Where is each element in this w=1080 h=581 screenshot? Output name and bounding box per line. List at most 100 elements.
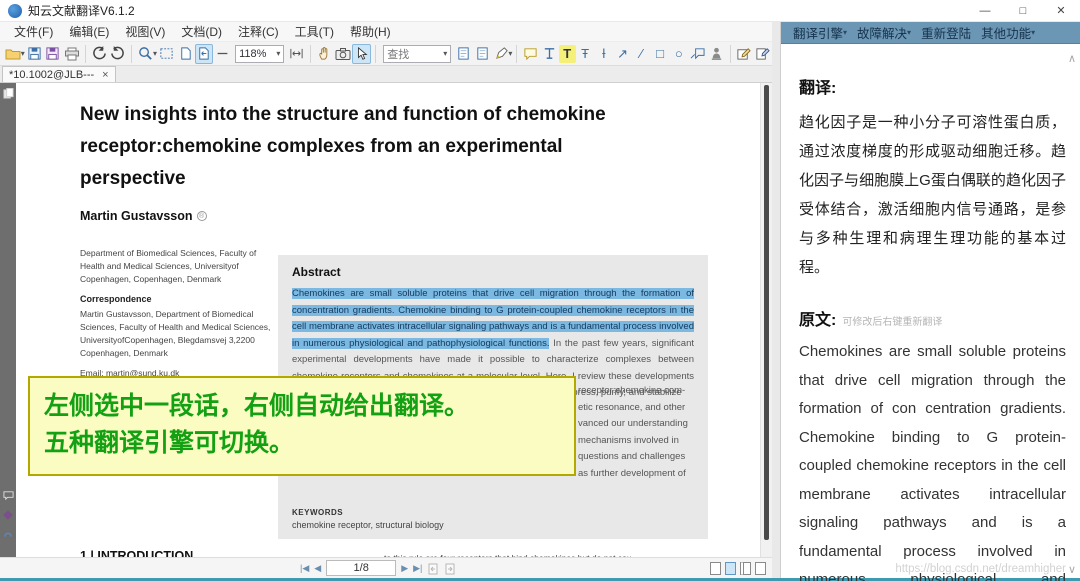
orcid-icon: ® [197,211,207,221]
actual-size-icon[interactable] [176,44,195,64]
window-title: 知云文献翻译V6.1.2 [28,2,135,19]
facing-pages-icon[interactable] [740,562,751,575]
text-highlight-icon[interactable]: T [559,45,576,63]
menu-bar: 文件(F) 编辑(E) 视图(V) 文档(D) 注释(C) 工具(T) 帮助(H… [0,22,772,42]
annotation-callout[interactable]: 左侧选中一段话，右侧自动给出翻译。 五种翻译引擎可切换。 [28,376,576,476]
abstract-continued-lines: receptor:chemokine com- etic resonance, … [578,383,703,482]
line-tool-icon[interactable]: ∕ [632,44,651,64]
find-value: 查找 [387,46,409,62]
save-icon[interactable] [25,44,44,64]
next-view-icon[interactable] [444,562,456,574]
document-tab[interactable]: *10.1002@JLB--- × [2,66,116,82]
continuous-page-icon[interactable] [725,562,736,575]
keywords-block: KEYWORDS chemokine receptor, structural … [292,508,444,530]
zoom-level-value: 118% [239,48,266,60]
find-combo[interactable]: 查找 ▾ [383,45,451,63]
troubleshoot-menu[interactable]: 故障解决▾ [853,23,915,42]
menu-help[interactable]: 帮助(H) [342,23,399,40]
first-page-button[interactable]: |◀ [300,563,309,574]
fit-width-icon[interactable] [287,44,306,64]
title-bar: 知云文献翻译V6.1.2 — □ ✕ [0,0,1080,22]
original-text[interactable]: Chemokines are small soluble proteins th… [799,338,1066,581]
troubleshoot-caret-icon: ▾ [907,28,911,37]
app-logo-icon [8,4,22,18]
zoom-level-caret-icon[interactable]: ▾ [276,49,280,58]
menu-view[interactable]: 视图(V) [117,23,173,40]
affiliation-text: Department of Biomedical Sciences, Facul… [80,247,276,286]
page-number-box[interactable]: 1/8 [326,560,396,576]
relogin-menu[interactable]: 重新登陆 [917,23,975,42]
menu-file[interactable]: 文件(F) [6,23,61,40]
select-tool-icon[interactable] [352,44,371,64]
marquee-zoom-icon[interactable] [157,44,176,64]
translation-text[interactable]: 趋化因子是一种小分子可溶性蛋白质，通过浓度梯度的形成驱动细胞迁移。趋化因子与细胞… [799,108,1066,282]
comments-panel-icon[interactable] [2,489,14,501]
previous-page-button[interactable]: ◀ [314,563,321,574]
app-window: 知云文献翻译V6.1.2 — □ ✕ 文件(F) 编辑(E) 视图(V) 文档(… [0,0,1080,581]
callout-tool-icon[interactable] [688,44,707,64]
typewriter-icon[interactable] [540,44,559,64]
maximize-button[interactable]: □ [1004,0,1042,21]
last-page-button[interactable]: ▶| [413,563,422,574]
menu-edit[interactable]: 编辑(E) [61,23,117,40]
clip-panel-icon[interactable] [2,529,14,541]
strikeout-icon[interactable]: Ŧ [576,44,595,64]
ellipse-tool-icon[interactable]: ○ [669,44,688,64]
navigation-strip [0,83,16,557]
zoom-out-icon[interactable] [213,44,232,64]
single-page-icon[interactable] [710,562,721,575]
insert-text-icon[interactable]: Ɨ [594,44,613,64]
introduction-heading: 1 | INTRODUCTION [80,549,193,557]
find-caret-icon[interactable]: ▾ [443,49,447,58]
menu-document[interactable]: 文档(D) [173,23,230,40]
panel-scroll-down-icon[interactable]: ∨ [1068,563,1076,576]
rotate-right-icon[interactable] [109,44,128,64]
original-label: 原文: [799,306,836,330]
snapshot-icon[interactable] [334,44,353,64]
fit-page-icon[interactable] [195,44,214,64]
window-controls: — □ ✕ [966,0,1080,21]
previous-view-icon[interactable] [427,562,439,574]
save-as-icon[interactable] [43,44,62,64]
paper-affiliation-column: Department of Biomedical Sciences, Facul… [80,247,276,380]
menu-tools[interactable]: 工具(T) [287,23,342,40]
close-button[interactable]: ✕ [1042,0,1080,21]
abstract-heading: Abstract [292,265,694,279]
other-functions-menu[interactable]: 其他功能▾ [977,23,1039,42]
page-thumbnails-icon[interactable] [2,87,14,99]
original-hint: 可修改后右键重新翻译 [842,313,942,328]
next-page-button[interactable]: ▶ [401,563,408,574]
highlight-caret-icon[interactable]: ▾ [508,49,512,58]
paper-title: New insights into the structure and func… [80,99,620,195]
pdf-scrollbar[interactable] [760,83,772,557]
rotate-left-icon[interactable] [90,44,109,64]
panel-splitter[interactable] [772,22,780,578]
find-previous-icon[interactable] [454,44,473,64]
status-bar: |◀ ◀ 1/8 ▶ ▶| [0,557,772,578]
edit-annotation-icon[interactable] [735,44,754,64]
note-comment-icon[interactable] [521,44,540,64]
menu-comment[interactable]: 注释(C) [230,23,287,40]
panel-scroll-up-icon[interactable]: ∧ [1068,52,1076,65]
pdf-page[interactable]: New insights into the structure and func… [16,83,760,557]
rectangle-tool-icon[interactable]: □ [651,44,670,64]
toolbar: ▾ ▾ 118% ▾ 查找 ▾ ▾ [0,42,772,66]
hand-tool-icon[interactable] [315,44,334,64]
arrow-tool-icon[interactable]: ↗ [613,44,632,64]
print-icon[interactable] [62,44,81,64]
attachments-panel-icon[interactable] [2,509,14,521]
callout-line-1: 左侧选中一段话，右侧自动给出翻译。 [44,388,560,425]
continuous-facing-icon[interactable] [755,562,766,575]
translation-engine-menu[interactable]: 翻译引擎▾ [789,23,851,42]
minimize-button[interactable]: — [966,0,1004,21]
correspondence-text: Martin Gustavsson, Department of Biomedi… [80,308,276,360]
find-next-icon[interactable] [473,44,492,64]
zoom-level-combo[interactable]: 118% ▾ [235,45,284,63]
scrollbar-thumb[interactable] [764,85,769,540]
page-navigation: |◀ ◀ 1/8 ▶ ▶| [300,558,456,578]
stamp-tool-icon[interactable] [707,44,726,64]
tab-close-icon[interactable]: × [102,69,108,81]
keywords-text: chemokine receptor, structural biology [292,520,444,530]
annotation-properties-icon[interactable] [753,44,772,64]
document-tab-bar: *10.1002@JLB--- × [0,66,772,83]
